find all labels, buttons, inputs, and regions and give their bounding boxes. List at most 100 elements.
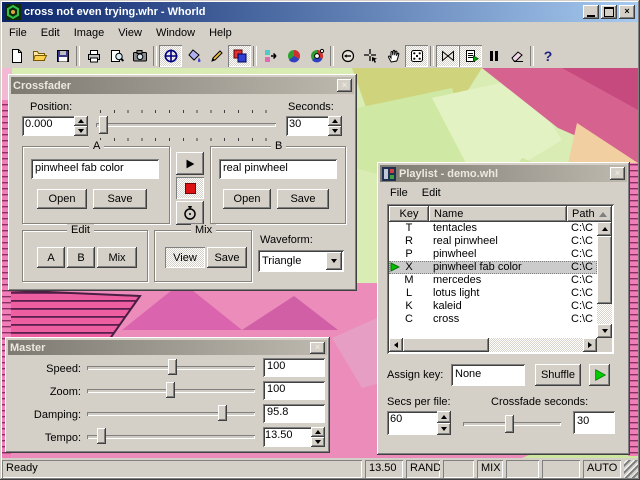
fill-button[interactable] — [182, 45, 205, 67]
secs-down-button[interactable] — [437, 423, 451, 435]
horizontal-scrollbar[interactable] — [389, 338, 597, 352]
playlist-row[interactable]: Kkaleid C:\C — [389, 300, 597, 313]
speed-slider-thumb[interactable] — [167, 359, 177, 375]
crossfader-title-bar[interactable]: Crossfader × — [11, 77, 354, 94]
master-title-bar[interactable]: Master × — [8, 340, 327, 355]
play-button[interactable] — [176, 152, 204, 175]
playlist-title-bar[interactable]: Playlist - demo.whl × — [380, 165, 627, 182]
draw-button[interactable] — [205, 45, 228, 67]
minimize-button[interactable] — [583, 5, 599, 19]
menu-view[interactable]: View — [111, 24, 149, 42]
save-b-button[interactable]: Save — [277, 189, 329, 209]
color-wheel-button[interactable] — [282, 45, 305, 67]
open-a-button[interactable]: Open — [37, 189, 87, 209]
speed-slider[interactable] — [87, 359, 255, 377]
scroll-right-button[interactable] — [583, 338, 597, 352]
edit-a-button[interactable]: A — [37, 247, 65, 268]
master-close-button[interactable]: × — [310, 341, 325, 354]
stop-button[interactable] — [176, 177, 204, 199]
crosshair-button[interactable] — [359, 45, 382, 67]
damping-slider-thumb[interactable] — [218, 405, 228, 421]
tempo-down-button[interactable] — [311, 437, 325, 447]
crossfader-close-button[interactable]: × — [337, 79, 352, 92]
random-phase-button[interactable] — [259, 45, 282, 67]
playlist-menu-file[interactable]: File — [383, 184, 415, 200]
tempo-slider-thumb[interactable] — [97, 428, 107, 444]
color-rings-button[interactable] — [305, 45, 328, 67]
slider-track[interactable] — [87, 435, 255, 439]
shuffle-button[interactable]: Shuffle — [535, 364, 581, 386]
resize-grip[interactable] — [624, 460, 638, 478]
maximize-button[interactable] — [601, 5, 617, 19]
origin-button[interactable] — [336, 45, 359, 67]
damping-slider[interactable] — [87, 405, 255, 423]
print-button[interactable] — [82, 45, 105, 67]
patch-b-field[interactable]: real pinwheel — [219, 159, 337, 179]
edit-mix-button[interactable]: Mix — [97, 247, 137, 268]
colors-button[interactable] — [228, 44, 251, 67]
new-button[interactable] — [5, 45, 28, 67]
secs-per-file-spinner[interactable]: 60 — [387, 411, 451, 435]
crossfade-slider[interactable] — [463, 414, 561, 434]
crossfade-value-field[interactable]: 30 — [573, 411, 615, 434]
position-slider[interactable] — [96, 108, 276, 144]
seconds-down-button[interactable] — [328, 126, 342, 136]
playlist-row[interactable]: Rreal pinwheel C:\C — [389, 235, 597, 248]
playlist-row[interactable]: Ttentacles C:\C — [389, 222, 597, 235]
crossfade-slider-thumb[interactable] — [505, 415, 514, 433]
slider-track[interactable] — [87, 412, 255, 416]
mix-view-button[interactable]: View — [165, 247, 205, 268]
crossfader-toggle-button[interactable] — [436, 44, 459, 67]
vertical-scrollbar[interactable] — [597, 222, 612, 338]
menu-edit[interactable]: Edit — [34, 24, 67, 42]
speed-value-field[interactable]: 100 — [263, 358, 325, 377]
zoom-value-field[interactable]: 100 — [263, 381, 325, 400]
playlist-close-button[interactable]: × — [610, 167, 625, 180]
tempo-up-button[interactable] — [311, 427, 325, 437]
random-button[interactable] — [405, 44, 428, 67]
close-button[interactable]: × — [619, 5, 635, 19]
hand-button[interactable] — [382, 45, 405, 67]
menu-file[interactable]: File — [2, 24, 34, 42]
seconds-spinner[interactable]: 30 — [286, 116, 342, 136]
seconds-up-button[interactable] — [328, 116, 342, 126]
playlist-row[interactable]: Llotus light C:\C — [389, 287, 597, 300]
damping-value-field[interactable]: 95.8 — [263, 404, 325, 423]
scroll-up-button[interactable] — [597, 222, 612, 236]
menu-image[interactable]: Image — [67, 24, 112, 42]
playlist-row-selected[interactable]: Xpinwheel fab color C:\C — [389, 261, 597, 274]
playlist-row[interactable]: Ppinwheel C:\C — [389, 248, 597, 261]
slider-track[interactable] — [96, 123, 276, 127]
timer-button[interactable] — [176, 201, 204, 225]
pan-button[interactable] — [159, 44, 182, 67]
horizontal-scroll-thumb[interactable] — [403, 338, 489, 352]
zoom-slider-thumb[interactable] — [165, 382, 175, 398]
save-a-button[interactable]: Save — [93, 189, 147, 209]
column-name[interactable]: Name — [429, 206, 567, 222]
tempo-slider[interactable] — [87, 428, 255, 446]
erase-button[interactable] — [505, 45, 528, 67]
zoom-slider[interactable] — [87, 382, 255, 400]
position-spinner[interactable]: 0.000 — [22, 116, 88, 136]
open-button[interactable] — [28, 45, 51, 67]
snapshot-button[interactable] — [128, 45, 151, 67]
menu-help[interactable]: Help — [202, 24, 239, 42]
save-button[interactable] — [51, 45, 74, 67]
help-button[interactable]: ? — [536, 45, 559, 67]
position-up-button[interactable] — [74, 116, 88, 126]
scroll-left-button[interactable] — [389, 338, 403, 352]
waveform-dropdown-button[interactable] — [326, 252, 342, 270]
mix-save-button[interactable]: Save — [207, 247, 247, 268]
column-key[interactable]: Key — [389, 206, 429, 222]
position-down-button[interactable] — [74, 126, 88, 136]
open-b-button[interactable]: Open — [223, 189, 271, 209]
patch-a-field[interactable]: pinwheel fab color — [31, 159, 159, 179]
menu-window[interactable]: Window — [149, 24, 202, 42]
vertical-scroll-thumb[interactable] — [597, 236, 612, 304]
secs-up-button[interactable] — [437, 411, 451, 423]
playlist-row[interactable]: Ccross C:\C — [389, 313, 597, 326]
waveform-combobox[interactable]: Triangle — [258, 250, 344, 272]
playlist-row[interactable]: Mmercedes C:\C — [389, 274, 597, 287]
playlist-menu-edit[interactable]: Edit — [415, 184, 448, 200]
print-preview-button[interactable] — [105, 45, 128, 67]
